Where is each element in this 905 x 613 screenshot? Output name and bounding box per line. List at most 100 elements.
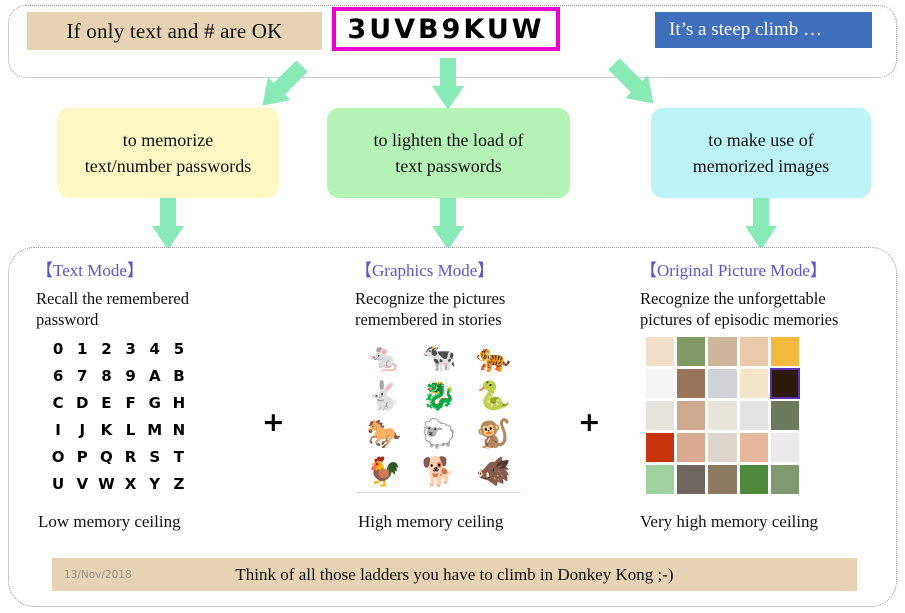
- char-cell[interactable]: A: [143, 367, 167, 385]
- char-cell[interactable]: 0: [46, 340, 70, 358]
- photo-soccer-ball[interactable]: [707, 336, 738, 367]
- plus-operator-1: +: [262, 407, 285, 438]
- beige-tag: If only text and # are OK: [27, 12, 322, 50]
- photo-heart-pendant[interactable]: [738, 400, 769, 431]
- photo-doll-figure[interactable]: [645, 464, 676, 495]
- char-cell[interactable]: 9: [118, 367, 142, 385]
- picture-mode-desc-line-2: pictures of episodic memories: [640, 310, 839, 330]
- char-cell[interactable]: V: [70, 475, 94, 493]
- char-cell[interactable]: X: [118, 475, 142, 493]
- text-mode-title: 【Text Mode】: [36, 261, 144, 280]
- tiger-icon[interactable]: 🐅: [476, 345, 511, 373]
- char-cell[interactable]: E: [94, 394, 118, 412]
- char-cell[interactable]: O: [46, 448, 70, 466]
- photo-strawberry-cake[interactable]: [645, 336, 676, 367]
- char-cell[interactable]: U: [46, 475, 70, 493]
- reason-1-line-2: text/number passwords: [84, 156, 252, 176]
- boar-icon[interactable]: 🐗: [476, 459, 511, 487]
- char-cell[interactable]: C: [46, 394, 70, 412]
- graphics-mode-desc-line-2: remembered in stories: [355, 310, 502, 330]
- photo-dog-cartoon[interactable]: [738, 368, 769, 399]
- reason-3-line-1: to make use of: [708, 129, 814, 150]
- photo-baby-face[interactable]: [738, 432, 769, 463]
- char-cell[interactable]: L: [118, 421, 142, 439]
- char-cell[interactable]: N: [167, 421, 191, 439]
- text-mode-description: Recall the remembered password: [36, 288, 261, 330]
- footer-message: Think of all those ladders you have to c…: [235, 564, 674, 584]
- char-cell[interactable]: Q: [94, 448, 118, 466]
- rabbit-icon[interactable]: 🐇: [367, 383, 402, 411]
- dragon-icon[interactable]: 🐉: [422, 383, 457, 411]
- ceiling-label-picture-mode: Very high memory ceiling: [640, 512, 818, 531]
- char-cell[interactable]: I: [46, 421, 70, 439]
- char-cell[interactable]: T: [167, 448, 191, 466]
- animal-grid-divider: [357, 492, 521, 493]
- photo-man-glasses[interactable]: [676, 464, 707, 495]
- photo-bee-cartoon[interactable]: [738, 464, 769, 495]
- ceiling-label-graphics-mode: High memory ceiling: [358, 512, 504, 531]
- photo-yorkshire-puppy[interactable]: [707, 464, 738, 495]
- char-cell[interactable]: B: [167, 367, 191, 385]
- char-cell[interactable]: K: [94, 421, 118, 439]
- monkey-icon[interactable]: 🐒: [476, 421, 511, 449]
- photo-man-outdoors[interactable]: [769, 400, 800, 431]
- blue-tag: It’s a steep climb …: [655, 12, 872, 48]
- char-cell[interactable]: R: [118, 448, 142, 466]
- char-cell[interactable]: 5: [167, 340, 191, 358]
- password-value: 3UVB9KUW: [347, 13, 545, 45]
- photo-caterpillar-toy[interactable]: [645, 368, 676, 399]
- picture-mode-description: Recognize the unforgettable pictures of …: [640, 288, 892, 330]
- photo-park-scenery[interactable]: [676, 336, 707, 367]
- reason-box-memorized-images: to make use of memorized images: [651, 108, 871, 198]
- arrow-head: [432, 86, 464, 110]
- photo-orange-juice[interactable]: [769, 336, 800, 367]
- char-cell[interactable]: F: [118, 394, 142, 412]
- char-cell[interactable]: 7: [70, 367, 94, 385]
- arrow-shaft: [160, 198, 176, 228]
- char-cell[interactable]: 1: [70, 340, 94, 358]
- char-cell[interactable]: H: [167, 394, 191, 412]
- arrow-down-to-text-mode-icon: [152, 198, 184, 250]
- character-grid[interactable]: 012345 6789AB CDEFGH IJKLMN OPQRST UVWXYZ: [46, 340, 191, 493]
- char-cell[interactable]: D: [70, 394, 94, 412]
- char-cell[interactable]: P: [70, 448, 94, 466]
- reason-2-line-2: text passwords: [395, 156, 502, 176]
- sheep-icon[interactable]: 🐑: [422, 421, 457, 449]
- char-cell[interactable]: G: [143, 394, 167, 412]
- photo-fireworks[interactable]: [645, 432, 676, 463]
- photo-flip-phone[interactable]: [707, 368, 738, 399]
- ox-icon[interactable]: 🐄: [422, 345, 457, 373]
- photo-white-seal-toy[interactable]: [769, 432, 800, 463]
- photo-baseball[interactable]: [707, 432, 738, 463]
- horse-icon[interactable]: 🐎: [367, 421, 402, 449]
- arrow-shaft: [753, 198, 769, 228]
- char-cell[interactable]: W: [94, 475, 118, 493]
- dog-icon[interactable]: 🐕: [422, 459, 457, 487]
- photo-anime-girl[interactable]: [645, 400, 676, 431]
- char-cell[interactable]: 3: [118, 340, 142, 358]
- photo-woman-portrait[interactable]: [676, 400, 707, 431]
- rat-icon[interactable]: 🐁: [367, 345, 402, 373]
- char-cell[interactable]: 2: [94, 340, 118, 358]
- photo-smiling-woman[interactable]: [676, 432, 707, 463]
- photo-fruit-bowl[interactable]: [707, 400, 738, 431]
- char-cell[interactable]: 8: [94, 367, 118, 385]
- arrow-shaft: [440, 58, 456, 88]
- char-cell[interactable]: Y: [143, 475, 167, 493]
- reason-2-line-1: to lighten the load of: [373, 129, 524, 150]
- arrow-shaft: [440, 198, 456, 228]
- char-cell[interactable]: M: [143, 421, 167, 439]
- char-cell[interactable]: S: [143, 448, 167, 466]
- photo-candle-flame[interactable]: [769, 368, 800, 399]
- photo-white-puppy[interactable]: [769, 464, 800, 495]
- rooster-icon[interactable]: 🐓: [367, 459, 402, 487]
- char-cell[interactable]: Z: [167, 475, 191, 493]
- photo-picture-grid[interactable]: [645, 336, 800, 495]
- char-cell[interactable]: 4: [143, 340, 167, 358]
- char-cell[interactable]: J: [70, 421, 94, 439]
- photo-dessert-plate[interactable]: [738, 336, 769, 367]
- char-cell[interactable]: 6: [46, 367, 70, 385]
- photo-baby-portrait[interactable]: [676, 368, 707, 399]
- animal-picture-grid[interactable]: 🐁 🐄 🐅 🐇 🐉 🐍 🐎 🐑 🐒 🐓 🐕 🐗: [357, 340, 521, 492]
- snake-icon[interactable]: 🐍: [476, 383, 511, 411]
